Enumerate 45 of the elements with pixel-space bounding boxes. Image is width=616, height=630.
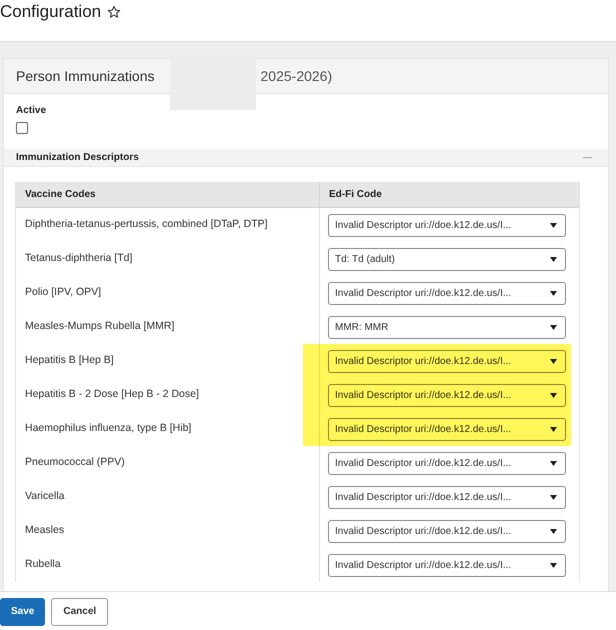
checkbox[interactable] [16, 122, 28, 134]
caret-icon [550, 392, 557, 398]
caret-icon [550, 426, 557, 432]
section-title: Immunization Descriptors [16, 151, 139, 165]
dropdown[interactable]: Invalid Descriptor uri://doe.k12.de.us/I... [328, 452, 566, 474]
button[interactable]: Save [0, 598, 46, 626]
caret-icon [550, 528, 557, 534]
caret-icon [550, 562, 557, 568]
dropdown[interactable]: Invalid Descriptor uri://doe.k12.de.us/I... [328, 554, 566, 576]
collapse-toggle[interactable]: — [583, 150, 592, 164]
button[interactable]: Cancel [51, 598, 108, 626]
caret-icon [550, 222, 557, 228]
caret-icon [550, 324, 557, 330]
caret-icon [550, 290, 557, 296]
table-cell: Measles [16, 514, 320, 548]
dropdown[interactable]: MMR: MMR [328, 316, 566, 338]
dropdown[interactable]: Invalid Descriptor uri://doe.k12.de.us/I... [328, 418, 566, 440]
caret-icon [550, 256, 557, 262]
dropdown[interactable]: Invalid Descriptor uri://doe.k12.de.us/I... [328, 282, 566, 304]
column-header: Vaccine Codes [16, 182, 320, 207]
dropdown[interactable]: Invalid Descriptor uri://doe.k12.de.us/I... [328, 520, 566, 542]
table-cell: Varicella [16, 480, 320, 514]
field-label: Active [16, 104, 46, 118]
table-cell: Tetanus-diphtheria [Td] [16, 242, 320, 276]
caret-icon [550, 358, 557, 364]
dropdown[interactable]: Invalid Descriptor uri://doe.k12.de.us/I... [328, 486, 566, 508]
table-cell: Hepatitis B - 2 Dose [Hep B - 2 Dose] [16, 378, 320, 412]
table-cell: Rubella [16, 548, 320, 582]
table-cell: Pneumococcal (PPV) [16, 446, 320, 480]
table-cell: Measles-Mumps Rubella [MMR] [16, 310, 320, 344]
table-cell: Hepatitis B [Hep B] [16, 344, 320, 378]
caret-icon [550, 460, 557, 466]
dropdown[interactable]: Invalid Descriptor uri://doe.k12.de.us/I... [328, 384, 566, 406]
page-title: Configuration [0, 2, 102, 22]
dropdown[interactable]: Invalid Descriptor uri://doe.k12.de.us/I... [328, 350, 566, 372]
table-cell: Polio [IPV, OPV] [16, 276, 320, 310]
table-cell: Haemophilus influenza, type B [Hib] [16, 412, 320, 446]
table-cell: Diphtheria-tetanus-pertussis, combined [DTaP, DTP] [16, 208, 320, 242]
card-title: 2025-2026) [260, 66, 332, 86]
column-header: Ed-Fi Code [328, 188, 383, 202]
caret-icon [550, 494, 557, 500]
card-title: Person Immunizations [16, 66, 155, 86]
dropdown[interactable]: Td: Td (adult) [328, 248, 566, 270]
star-icon[interactable] [107, 5, 122, 19]
dropdown[interactable]: Invalid Descriptor uri://doe.k12.de.us/I... [328, 214, 566, 236]
